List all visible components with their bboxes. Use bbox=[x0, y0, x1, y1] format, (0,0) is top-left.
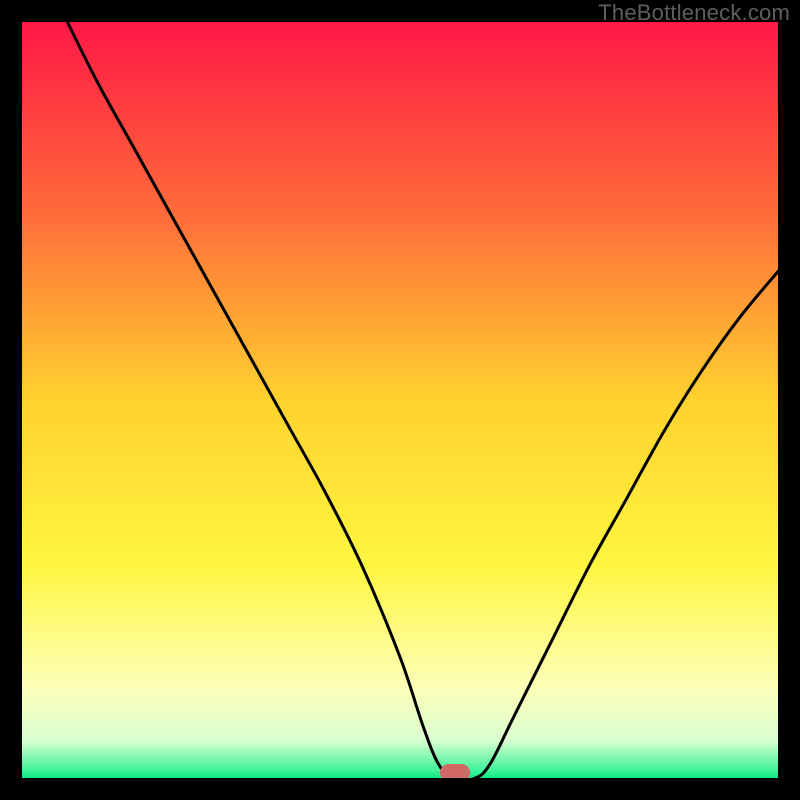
optimum-marker bbox=[440, 764, 470, 778]
chart-frame: TheBottleneck.com bbox=[0, 0, 800, 800]
plot-area bbox=[22, 22, 778, 778]
watermark-text: TheBottleneck.com bbox=[598, 0, 790, 26]
bottleneck-curve bbox=[22, 22, 778, 778]
